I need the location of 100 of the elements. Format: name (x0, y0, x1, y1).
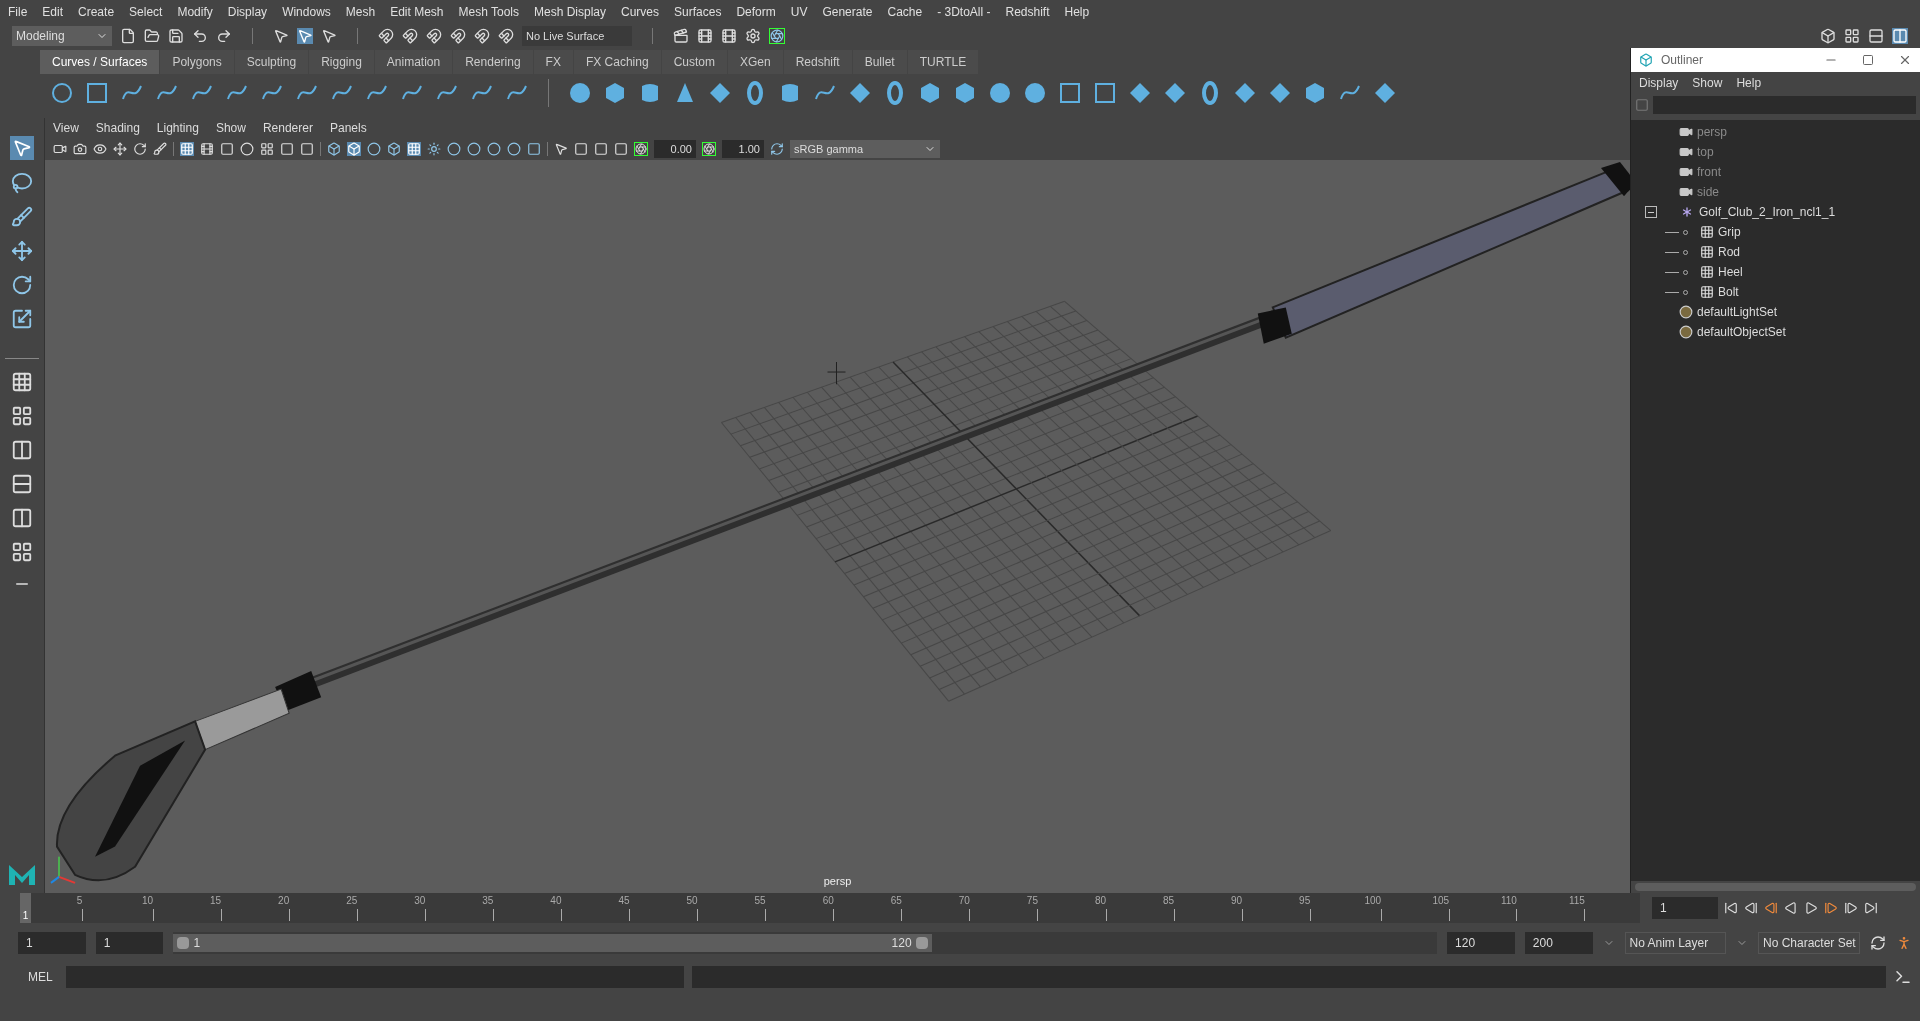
diamond-icon[interactable] (1233, 81, 1257, 105)
magnet-icon[interactable] (474, 28, 490, 44)
save-icon[interactable] (168, 28, 184, 44)
shading-icon[interactable] (507, 142, 521, 156)
square-icon[interactable] (85, 81, 109, 105)
brush-icon[interactable] (11, 206, 33, 228)
menu-item[interactable]: Cache (887, 3, 923, 21)
close-icon[interactable] (1898, 53, 1912, 67)
menu-item[interactable]: Generate (822, 3, 873, 21)
layout-icon[interactable] (11, 507, 33, 529)
diamond-icon[interactable] (708, 81, 732, 105)
character-set-dropdown[interactable]: No Character Set (1757, 932, 1860, 954)
workspace-dropdown[interactable]: Modeling (12, 26, 112, 46)
clapperboard-icon[interactable] (673, 28, 689, 44)
square-icon[interactable] (1093, 81, 1117, 105)
sphere-icon[interactable] (988, 81, 1012, 105)
outliner-item[interactable]: defaultLightSet (1697, 303, 1778, 321)
panel-menu-item[interactable]: Show (215, 119, 246, 137)
end-frame-field[interactable]: 200 (1524, 932, 1593, 954)
outliner-item[interactable]: Rod (1718, 243, 1740, 261)
range-slider[interactable]: 1 120 (173, 932, 1438, 954)
time-ruler[interactable]: 1 5 10 15 20 25 30 35 40 45 50 55 60 65 70 75 80 85 90 95 100 105 110 115 (20, 893, 1640, 923)
panel-menu-item[interactable]: Renderer (262, 119, 313, 137)
shelf-tab[interactable]: Curves / Surfaces (40, 50, 160, 74)
circle-icon[interactable] (50, 81, 74, 105)
skip-to-start-icon[interactable] (1724, 901, 1738, 915)
shelf-tab[interactable]: Bullet (852, 50, 907, 74)
shading-icon[interactable] (327, 142, 341, 156)
magnet-icon[interactable] (498, 28, 514, 44)
shelf-tab[interactable]: Rigging (309, 50, 374, 74)
menu-item[interactable]: File (8, 3, 28, 21)
step-forward-icon[interactable] (1844, 901, 1858, 915)
refresh-icon[interactable] (1869, 935, 1886, 951)
anim-layer-dropdown[interactable]: No Anim Layer (1624, 932, 1727, 954)
shading-icon[interactable] (427, 142, 441, 156)
menu-item[interactable]: Surfaces (674, 3, 722, 21)
display-icon[interactable] (200, 142, 214, 156)
shelf-tab[interactable]: Rendering (453, 50, 533, 74)
aperture-icon[interactable] (769, 28, 785, 44)
display-icon[interactable] (240, 142, 254, 156)
menu-item[interactable]: Edit (42, 3, 64, 21)
play-icon[interactable] (1804, 901, 1818, 915)
exposure-field[interactable]: 0.00 (654, 140, 696, 158)
undo-icon[interactable] (192, 28, 208, 44)
shelf-tab[interactable]: Redshift (783, 50, 852, 74)
menu-item[interactable]: Edit Mesh (390, 3, 444, 21)
step-back-icon[interactable] (1744, 901, 1758, 915)
menu-item[interactable]: Mesh Tools (458, 3, 519, 21)
menu-item[interactable]: UV (790, 3, 808, 21)
shading-icon[interactable] (527, 142, 541, 156)
cube-icon[interactable] (603, 81, 627, 105)
columns-icon[interactable] (1892, 28, 1908, 44)
diamond-icon[interactable] (1268, 81, 1292, 105)
collapse-toggle[interactable] (1645, 206, 1657, 218)
view-icon[interactable] (574, 142, 588, 156)
menu-item[interactable]: Select (129, 3, 163, 21)
diamond-icon[interactable] (1163, 81, 1187, 105)
menu-item[interactable]: Help (1064, 3, 1090, 21)
gamma-field[interactable]: 1.00 (722, 140, 764, 158)
shelf-tab[interactable]: TURTLE (907, 50, 979, 74)
menu-item[interactable]: Curves (621, 3, 660, 21)
settings-icon[interactable] (745, 28, 761, 44)
layout-icon[interactable] (11, 405, 33, 427)
color-management-icon[interactable] (770, 142, 784, 156)
film-icon[interactable] (697, 28, 713, 44)
shelf-tab[interactable]: XGen (727, 50, 783, 74)
select-icon[interactable] (297, 28, 313, 44)
shading-icon[interactable] (487, 142, 501, 156)
magnet-icon[interactable] (402, 28, 418, 44)
square-icon[interactable] (1058, 81, 1082, 105)
panel-menu-item[interactable]: Shading (95, 119, 140, 137)
panel-menu-item[interactable]: View (53, 119, 79, 137)
command-language-label[interactable]: MEL (28, 968, 58, 986)
command-input[interactable] (66, 966, 684, 988)
menu-item[interactable]: - 3DtoAll - (937, 3, 991, 21)
shelf-tab[interactable]: FX Caching (573, 50, 661, 74)
move-icon[interactable] (11, 240, 33, 262)
diamond-icon[interactable] (1373, 81, 1397, 105)
menu-item[interactable]: Deform (736, 3, 776, 21)
outliner-item[interactable]: defaultObjectSet (1697, 323, 1786, 341)
folder-icon[interactable] (144, 28, 160, 44)
diamond-icon[interactable] (848, 81, 872, 105)
view-icon[interactable] (554, 142, 568, 156)
shading-icon[interactable] (467, 142, 481, 156)
cube-icon[interactable] (918, 81, 942, 105)
cube-icon[interactable] (953, 81, 977, 105)
shelf-tab[interactable]: Polygons (160, 50, 234, 74)
gamma-icon[interactable] (702, 142, 716, 156)
current-frame-field[interactable]: 1 (1652, 897, 1718, 919)
outliner-menu-item[interactable]: Help (1736, 74, 1762, 92)
outliner-item[interactable]: side (1697, 183, 1719, 201)
layout-icon[interactable] (11, 541, 33, 563)
previous-key-icon[interactable] (1764, 901, 1778, 915)
shading-icon[interactable] (367, 142, 381, 156)
range-start-handle[interactable] (177, 937, 190, 949)
display-icon[interactable] (220, 142, 234, 156)
maximize-icon[interactable] (1862, 54, 1874, 66)
outliner-item[interactable]: Golf_Club_2_Iron_ncl1_1 (1699, 203, 1836, 221)
exposure-icon[interactable] (634, 142, 648, 156)
search-field[interactable] (1653, 96, 1916, 114)
